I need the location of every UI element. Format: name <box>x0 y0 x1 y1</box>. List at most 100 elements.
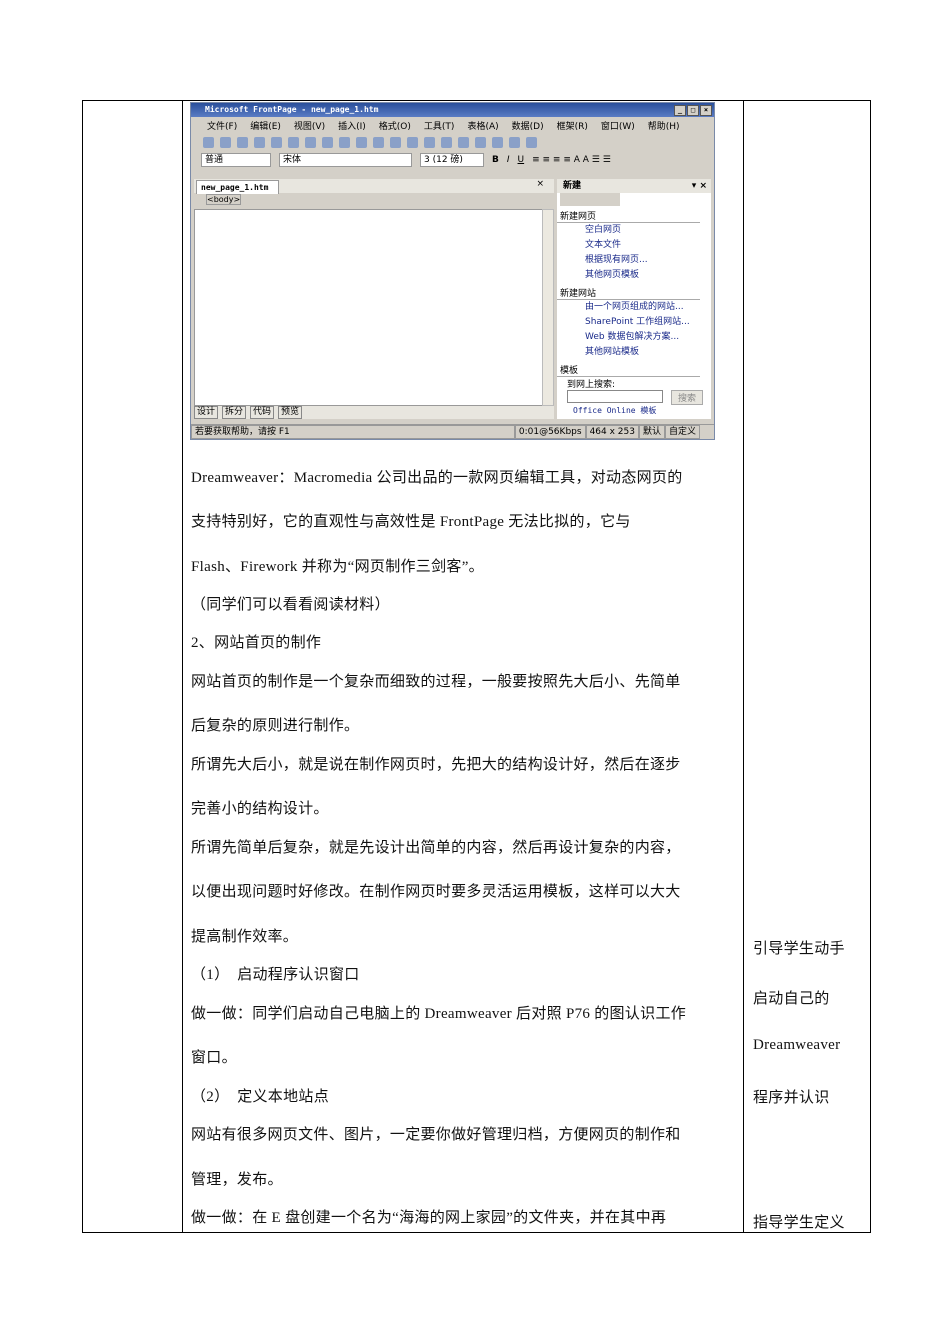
minimize-icon: _ <box>674 105 686 116</box>
office-online-link: Office Online 模板 <box>573 406 657 415</box>
menu-table: 表格(A) <box>467 121 499 132</box>
redo-icon <box>424 136 435 148</box>
pane-item: 其他网页模板 <box>585 270 640 280</box>
body-text-line: 所谓先大后小，就是说在制作网页时，先把大的结构设计好，然后在逐步 <box>191 757 681 773</box>
section-heading: 模板 <box>557 363 700 377</box>
teacher-note-line: Dreamweaver <box>753 1037 841 1053</box>
body-text-line: 管理，发布。 <box>191 1172 283 1188</box>
menu-view: 视图(V) <box>293 121 326 132</box>
frontpage-screenshot: Microsoft FrontPage - new_page_1.htm _ □ ×… <box>190 102 715 440</box>
body-text-line: 支持特别好，它的直观性与高效性是 FrontPage 无法比拟的，它与 <box>191 514 631 530</box>
status-speed: 0:01@56Kbps <box>514 425 586 439</box>
tab-preview: 预览 <box>278 406 303 419</box>
page-canvas <box>194 209 546 406</box>
pane-nav-icons <box>560 193 620 206</box>
column-divider <box>182 100 183 1233</box>
menu-edit: 编辑(E) <box>250 121 281 132</box>
status-mode: 默认 <box>638 425 665 439</box>
style-select: 普通 <box>201 153 271 167</box>
picture-icon <box>492 136 503 148</box>
align-icons: ≡ ≡ ≡ ≡ A A ☰ ☰ <box>532 155 611 165</box>
subsection-heading: （1） 启动程序认识窗口 <box>191 967 360 983</box>
pane-item: 根据现有网页... <box>585 255 648 265</box>
layer-icon <box>475 136 486 148</box>
window-title-bar: Microsoft FrontPage - new_page_1.htm _ □ × <box>191 103 714 117</box>
teacher-note-line: 程序并认识 <box>753 1090 830 1106</box>
font-select: 宋体 <box>279 153 412 167</box>
pane-item: 空白网页 <box>585 225 622 235</box>
body-text-line: 后复杂的原则进行制作。 <box>191 718 360 734</box>
pane-item: 其他网站模板 <box>585 347 640 357</box>
publish-icon <box>271 136 282 148</box>
body-text-line: 所谓先简单后复杂，就是先设计出简单的内容，然后再设计复杂的内容， <box>191 840 681 856</box>
pane-item: Web 数据包解决方案... <box>585 332 680 342</box>
table-border-bottom <box>82 1232 871 1233</box>
cut-icon <box>339 136 350 148</box>
search-input <box>567 390 663 403</box>
teacher-note-line: 指导学生定义 <box>753 1215 845 1231</box>
section-heading: 新建网站 <box>557 286 700 300</box>
copy-icon <box>356 136 367 148</box>
teacher-note-line: 启动自己的 <box>753 991 830 1007</box>
insert-component-icon <box>441 136 452 148</box>
size-select: 3 (12 磅) <box>420 153 484 167</box>
status-mode: 自定义 <box>664 425 700 439</box>
editor-area: new_page_1.htm × <body> 设计 拆分 代码 预览 <box>194 179 554 419</box>
search-icon <box>254 136 265 148</box>
standard-toolbar <box>191 133 714 151</box>
pane-title: 新建 <box>563 181 582 191</box>
document-page: Microsoft FrontPage - new_page_1.htm _ □ ×… <box>0 0 950 1344</box>
body-text-line: 网站有很多网页文件、图片，一定要你做好管理归档，方便网页的制作和 <box>191 1127 681 1143</box>
search-label: 到网上搜索: <box>567 380 616 390</box>
pane-item: SharePoint 工作组网站... <box>585 317 690 327</box>
subsection-heading: （2） 定义本地站点 <box>191 1089 330 1105</box>
search-button: 搜索 <box>671 390 704 405</box>
format-painter-icon <box>390 136 401 148</box>
menu-bar: 文件(F) 编辑(E) 视图(V) 插入(I) 格式(O) 工具(T) 表格(A) 数据(D)… <box>191 117 714 133</box>
hyperlink-icon <box>526 136 537 148</box>
italic-button: I <box>506 155 510 165</box>
section-heading: 新建网页 <box>557 209 700 223</box>
column-divider <box>743 100 744 1233</box>
body-text-line: 做一做：在 E 盘创建一个名为“海海的网上家园”的文件夹，并在其中再 <box>191 1210 667 1226</box>
table-border-right <box>870 100 871 1233</box>
vertical-scrollbar <box>542 209 554 406</box>
close-icon: ▾ × <box>691 181 707 191</box>
new-icon <box>203 136 214 148</box>
body-text-line: 窗口。 <box>191 1050 237 1066</box>
format-toolbar: 普通 宋体 3 (12 磅) BIU ≡ ≡ ≡ ≡ A A ☰ ☰ <box>191 151 714 169</box>
menu-file: 文件(F) <box>207 121 238 132</box>
section-heading: 2、网站首页的制作 <box>191 635 322 651</box>
body-text-line: 提高制作效率。 <box>191 929 299 945</box>
body-text-line: 以便出现问题时好修改。在制作网页时要多灵活运用模板，这样可以大大 <box>191 884 681 900</box>
table-border-left <box>82 100 83 1233</box>
save-icon <box>237 136 248 148</box>
pane-item: 文本文件 <box>585 240 622 250</box>
undo-icon <box>407 136 418 148</box>
spell-icon <box>322 136 333 148</box>
body-text-line: 网站首页的制作是一个复杂而细致的过程，一般要按照先大后小、先简单 <box>191 674 681 690</box>
document-tab: new_page_1.htm <box>196 180 280 194</box>
maximize-icon: □ <box>687 105 699 116</box>
table-icon <box>458 136 469 148</box>
underline-button: U <box>517 155 525 165</box>
tab-split: 拆分 <box>222 406 247 419</box>
paste-icon <box>373 136 384 148</box>
menu-insert: 插入(I) <box>338 121 366 132</box>
open-icon <box>220 136 231 148</box>
status-size: 464 x 253 <box>585 425 639 439</box>
menu-format: 格式(O) <box>378 121 411 132</box>
bold-button: B <box>492 155 499 165</box>
body-text-line: 完善小的结构设计。 <box>191 801 329 817</box>
preview-icon <box>305 136 316 148</box>
menu-tools: 工具(T) <box>423 121 455 132</box>
body-text-line: Flash、Firework 并称为“网页制作三剑客”。 <box>191 559 484 575</box>
menu-data: 数据(D) <box>511 121 544 132</box>
teacher-note-line: 引导学生动手 <box>753 941 845 957</box>
task-pane: 新建 ▾ × 新建网页 空白网页 文本文件 根据现有网页... 其他网页模板 新建… <box>557 179 711 419</box>
body-text-line: （同学们可以看看阅读材料） <box>191 597 390 613</box>
close-icon: × <box>700 105 712 116</box>
print-icon <box>288 136 299 148</box>
tab-code: 代码 <box>250 406 275 419</box>
tag-selector: <body> <box>206 194 242 205</box>
